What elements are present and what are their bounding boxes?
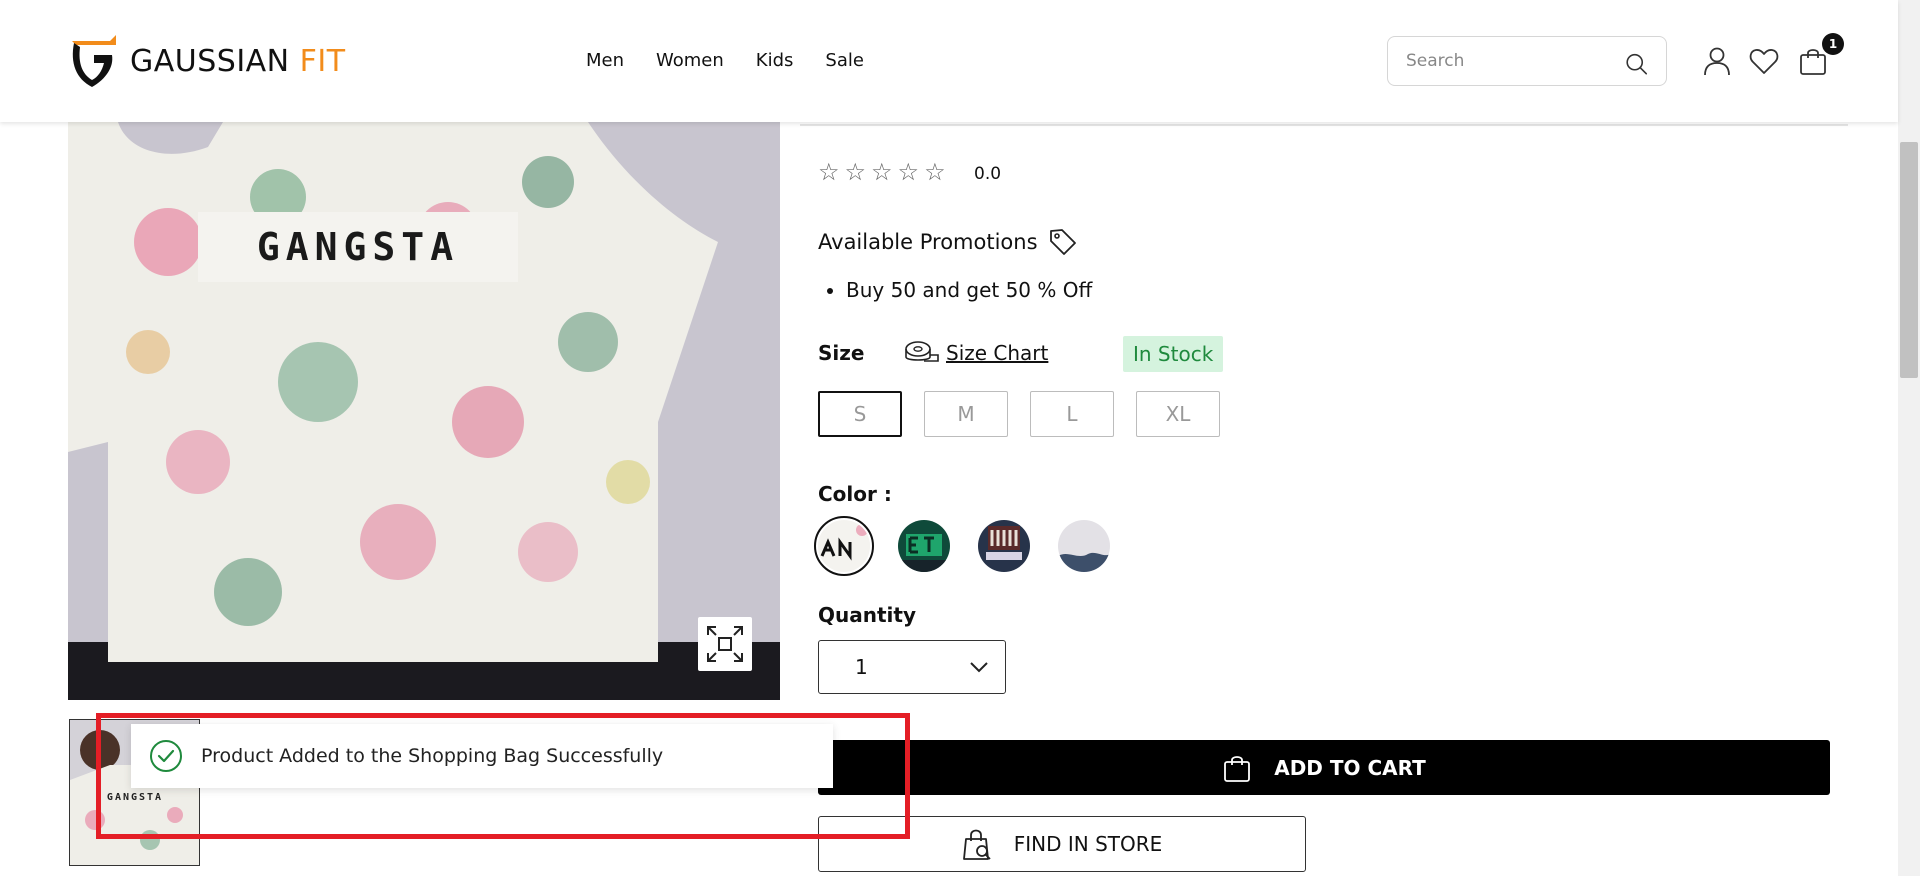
expand-icon: [707, 626, 743, 662]
brand-name-accent: FIT: [299, 43, 346, 79]
stock-status-badge: In Stock: [1123, 336, 1224, 372]
size-label: Size: [818, 341, 865, 365]
star-icon: ☆: [924, 158, 946, 186]
color-swatch-2[interactable]: [898, 520, 950, 572]
size-option-s[interactable]: S: [818, 391, 902, 437]
nav-item-men[interactable]: Men: [586, 50, 624, 71]
quantity-select[interactable]: 1: [818, 640, 1006, 694]
promotion-item: Buy 50 and get 50 % Off: [846, 278, 1092, 302]
search-box: [1387, 36, 1667, 86]
cart-count-badge: 1: [1822, 33, 1844, 55]
heart-icon[interactable]: [1749, 46, 1779, 76]
find-in-store-label: FIND IN STORE: [1013, 832, 1163, 856]
brand-logo[interactable]: GAUSSIAN FIT: [66, 33, 346, 89]
color-swatch-3[interactable]: [978, 520, 1030, 572]
size-options: S M L XL: [818, 391, 1220, 437]
product-main-image[interactable]: GANGSTA: [68, 122, 780, 700]
nav-item-women[interactable]: Women: [656, 50, 724, 71]
user-icon[interactable]: [1702, 46, 1732, 76]
swatch-image: [978, 520, 1030, 572]
nav-item-sale[interactable]: Sale: [825, 50, 864, 71]
check-circle-icon: [150, 740, 182, 772]
star-icon: ☆: [844, 158, 867, 186]
color-options: [814, 516, 1110, 576]
add-to-cart-button[interactable]: ADD TO CART: [818, 740, 1830, 795]
size-option-xl[interactable]: XL: [1136, 391, 1220, 437]
size-chart-link[interactable]: Size Chart: [904, 339, 1048, 367]
main-nav: Men Women Kids Sale: [586, 50, 864, 71]
star-icon: ☆: [818, 158, 840, 186]
star-icon: ☆: [897, 158, 920, 186]
quantity-value: 1: [855, 655, 868, 679]
tag-icon: [1049, 229, 1076, 255]
promotions-list: Buy 50 and get 50 % Off: [846, 278, 1092, 302]
nav-item-kids[interactable]: Kids: [756, 50, 794, 71]
logo-icon: [72, 35, 116, 87]
rating-stars: ☆ ☆ ☆ ☆ ☆: [818, 160, 946, 184]
thumbnail-print-text: GANGSTA: [107, 792, 163, 803]
rating-value: 0.0: [974, 164, 1002, 184]
color-swatch-1[interactable]: [814, 516, 874, 576]
site-header: GAUSSIAN FIT Men Women Kids Sale Search …: [0, 0, 1898, 122]
chevron-down-icon: [970, 662, 988, 673]
brand-name-primary: GAUSSIAN: [130, 43, 290, 79]
store-bag-search-icon: [962, 829, 991, 860]
search-icon[interactable]: [1625, 51, 1648, 77]
color-swatch-4[interactable]: [1058, 520, 1110, 572]
success-toast: Product Added to the Shopping Bag Succes…: [131, 724, 833, 788]
product-photo: GANGSTA: [68, 122, 780, 700]
swatch-image: [818, 520, 870, 572]
scrollbar-thumb[interactable]: [1900, 142, 1918, 378]
color-label: Color :: [818, 482, 892, 506]
section-divider: [800, 124, 1848, 126]
size-option-m[interactable]: M: [924, 391, 1008, 437]
size-option-l[interactable]: L: [1030, 391, 1114, 437]
find-in-store-button[interactable]: FIND IN STORE: [818, 816, 1306, 872]
search-input[interactable]: [1406, 51, 1625, 71]
promotions-heading: Available Promotions: [818, 227, 1078, 257]
page: GAUSSIAN FIT Men Women Kids Sale Search …: [0, 0, 1920, 876]
expand-image-button[interactable]: [698, 617, 752, 671]
shopping-bag-icon: [1224, 755, 1251, 782]
promotions-title: Available Promotions: [818, 230, 1038, 254]
swatch-image: [1058, 520, 1110, 572]
star-icon: ☆: [871, 158, 893, 186]
size-chart-label: Size Chart: [946, 341, 1049, 365]
quantity-label: Quantity: [818, 603, 916, 627]
brand-wordmark: GAUSSIAN FIT: [130, 44, 346, 79]
toast-message: Product Added to the Shopping Bag Succes…: [201, 745, 664, 767]
measuring-tape-icon: [905, 341, 939, 362]
add-to-cart-label: ADD TO CART: [1274, 755, 1426, 780]
tshirt-print-text: GANGSTA: [257, 225, 459, 269]
swatch-image: [898, 520, 950, 572]
page-scrollbar[interactable]: [1898, 0, 1920, 876]
